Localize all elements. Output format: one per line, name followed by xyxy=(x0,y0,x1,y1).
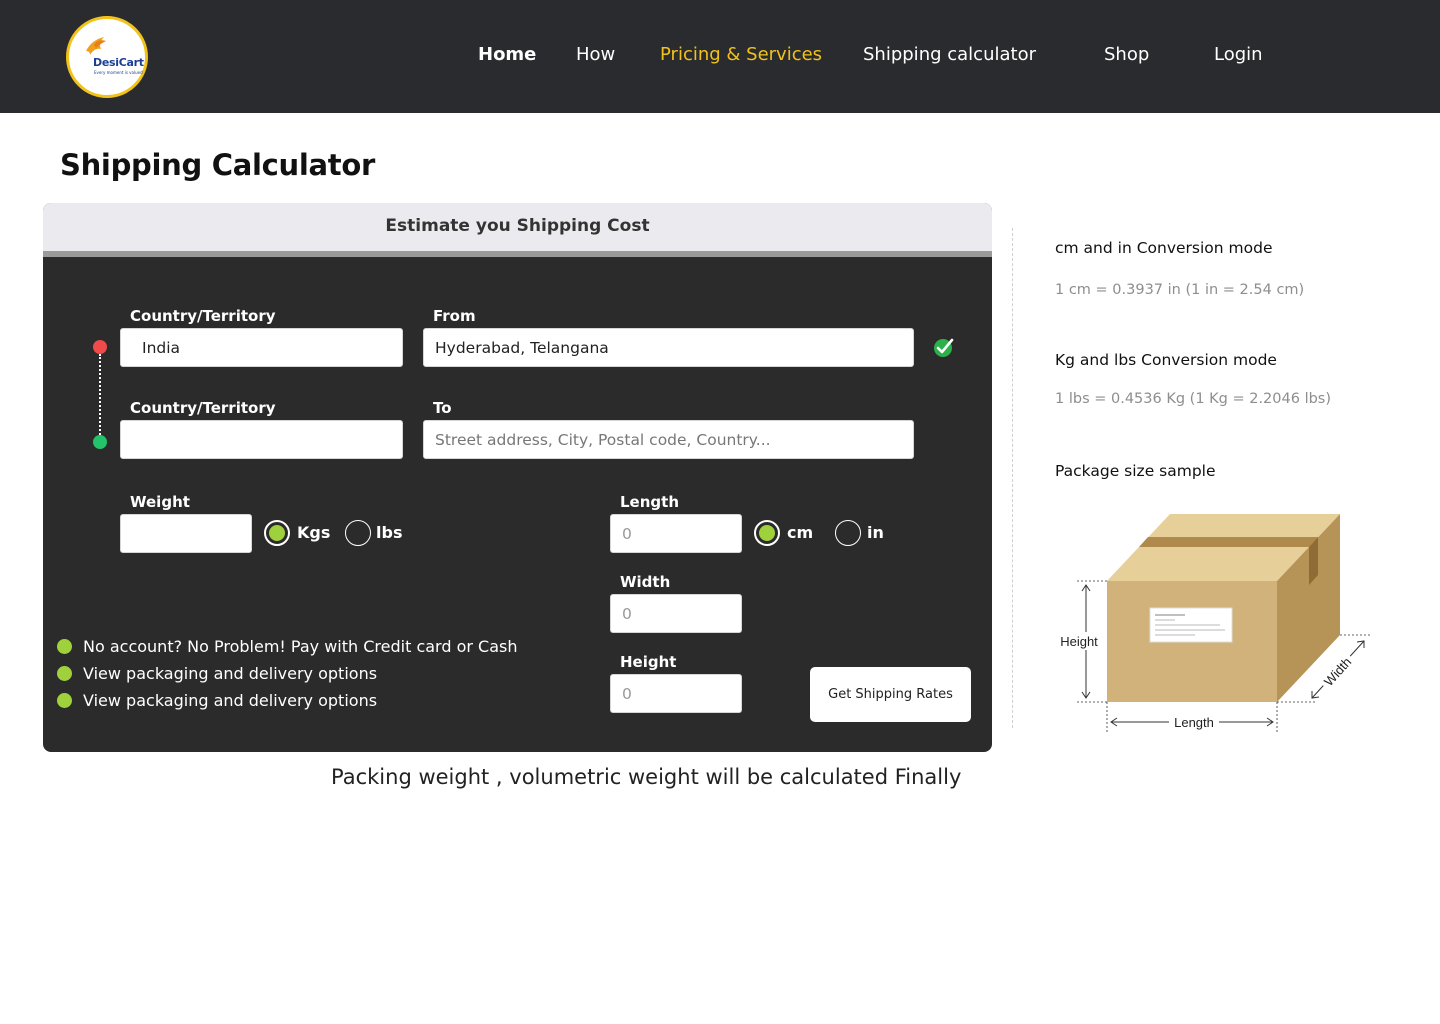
dimension-unit-in-radio[interactable] xyxy=(835,520,861,546)
info-bullet-text[interactable]: View packaging and delivery options xyxy=(83,691,377,710)
package-size-illustration: Height Length Width xyxy=(1056,514,1370,733)
nav-pricing-services[interactable]: Pricing & Services xyxy=(660,44,822,65)
nav-home[interactable]: Home xyxy=(478,44,536,65)
logo-wordmark: DesiCart xyxy=(93,56,144,69)
page-title: Shipping Calculator xyxy=(60,148,375,182)
panel-header: Estimate you Shipping Cost xyxy=(43,203,992,257)
origin-marker-icon xyxy=(93,340,107,354)
kg-conversion-heading: Kg and lbs Conversion mode xyxy=(1055,351,1277,369)
to-address-input[interactable] xyxy=(423,420,914,459)
info-bullet-text: No account? No Problem! Pay with Credit … xyxy=(83,637,518,656)
top-navigation-bar: DesiCart Every moment is valued Home How… xyxy=(0,0,1440,113)
height-dimension-label: Height xyxy=(1060,634,1098,649)
origin-country-input[interactable] xyxy=(120,328,403,367)
height-input[interactable] xyxy=(610,674,742,713)
weight-unit-lbs-radio[interactable] xyxy=(345,520,371,546)
kg-conversion-text: 1 lbs = 0.4536 Kg (1 Kg = 2.2046 lbs) xyxy=(1055,391,1332,407)
weight-unit-lbs-label: lbs xyxy=(376,523,403,542)
destination-marker-icon xyxy=(93,435,107,449)
length-label: Length xyxy=(620,493,679,511)
nav-shop[interactable]: Shop xyxy=(1104,44,1149,65)
panel-heading: Estimate you Shipping Cost xyxy=(385,216,650,236)
info-bullet-text[interactable]: View packaging and delivery options xyxy=(83,664,377,683)
cm-conversion-text: 1 cm = 0.3937 in (1 in = 2.54 cm) xyxy=(1055,282,1305,298)
bullet-icon xyxy=(57,666,72,681)
from-address-input[interactable] xyxy=(423,328,914,367)
get-shipping-rates-button[interactable]: Get Shipping Rates xyxy=(810,667,971,722)
dimension-unit-cm-radio[interactable] xyxy=(754,520,780,546)
nav-how[interactable]: How xyxy=(576,44,615,65)
route-connector xyxy=(99,354,101,435)
width-label: Width xyxy=(620,573,671,591)
volumetric-weight-note: Packing weight , volumetric weight will … xyxy=(331,765,962,789)
package-sample-heading: Package size sample xyxy=(1055,462,1216,480)
nav-login[interactable]: Login xyxy=(1214,44,1263,65)
length-dimension-label: Length xyxy=(1174,715,1214,730)
nav-shipping-calculator[interactable]: Shipping calculator xyxy=(863,44,1036,65)
to-label: To xyxy=(433,399,452,417)
bullet-icon xyxy=(57,693,72,708)
weight-input[interactable] xyxy=(120,514,252,553)
width-input[interactable] xyxy=(610,594,742,633)
bullet-icon xyxy=(57,639,72,654)
height-label: Height xyxy=(620,653,677,671)
logo-tagline: Every moment is valued xyxy=(94,70,143,75)
length-input[interactable] xyxy=(610,514,742,553)
check-circle-icon xyxy=(934,338,954,357)
shipping-estimate-panel: Estimate you Shipping Cost Country/Terri… xyxy=(43,203,992,752)
destination-country-label: Country/Territory xyxy=(130,399,276,417)
weight-unit-kgs-radio[interactable] xyxy=(264,520,290,546)
dimension-unit-in-label: in xyxy=(867,523,884,542)
origin-country-label: Country/Territory xyxy=(130,307,276,325)
destination-country-input[interactable] xyxy=(120,420,403,459)
column-divider xyxy=(1012,228,1013,728)
weight-unit-kgs-label: Kgs xyxy=(297,523,331,542)
dimension-unit-cm-label: cm xyxy=(787,523,814,542)
cm-conversion-heading: cm and in Conversion mode xyxy=(1055,239,1273,257)
weight-label: Weight xyxy=(130,493,190,511)
from-label: From xyxy=(433,307,476,325)
desicart-logo[interactable]: DesiCart Every moment is valued xyxy=(66,16,148,98)
